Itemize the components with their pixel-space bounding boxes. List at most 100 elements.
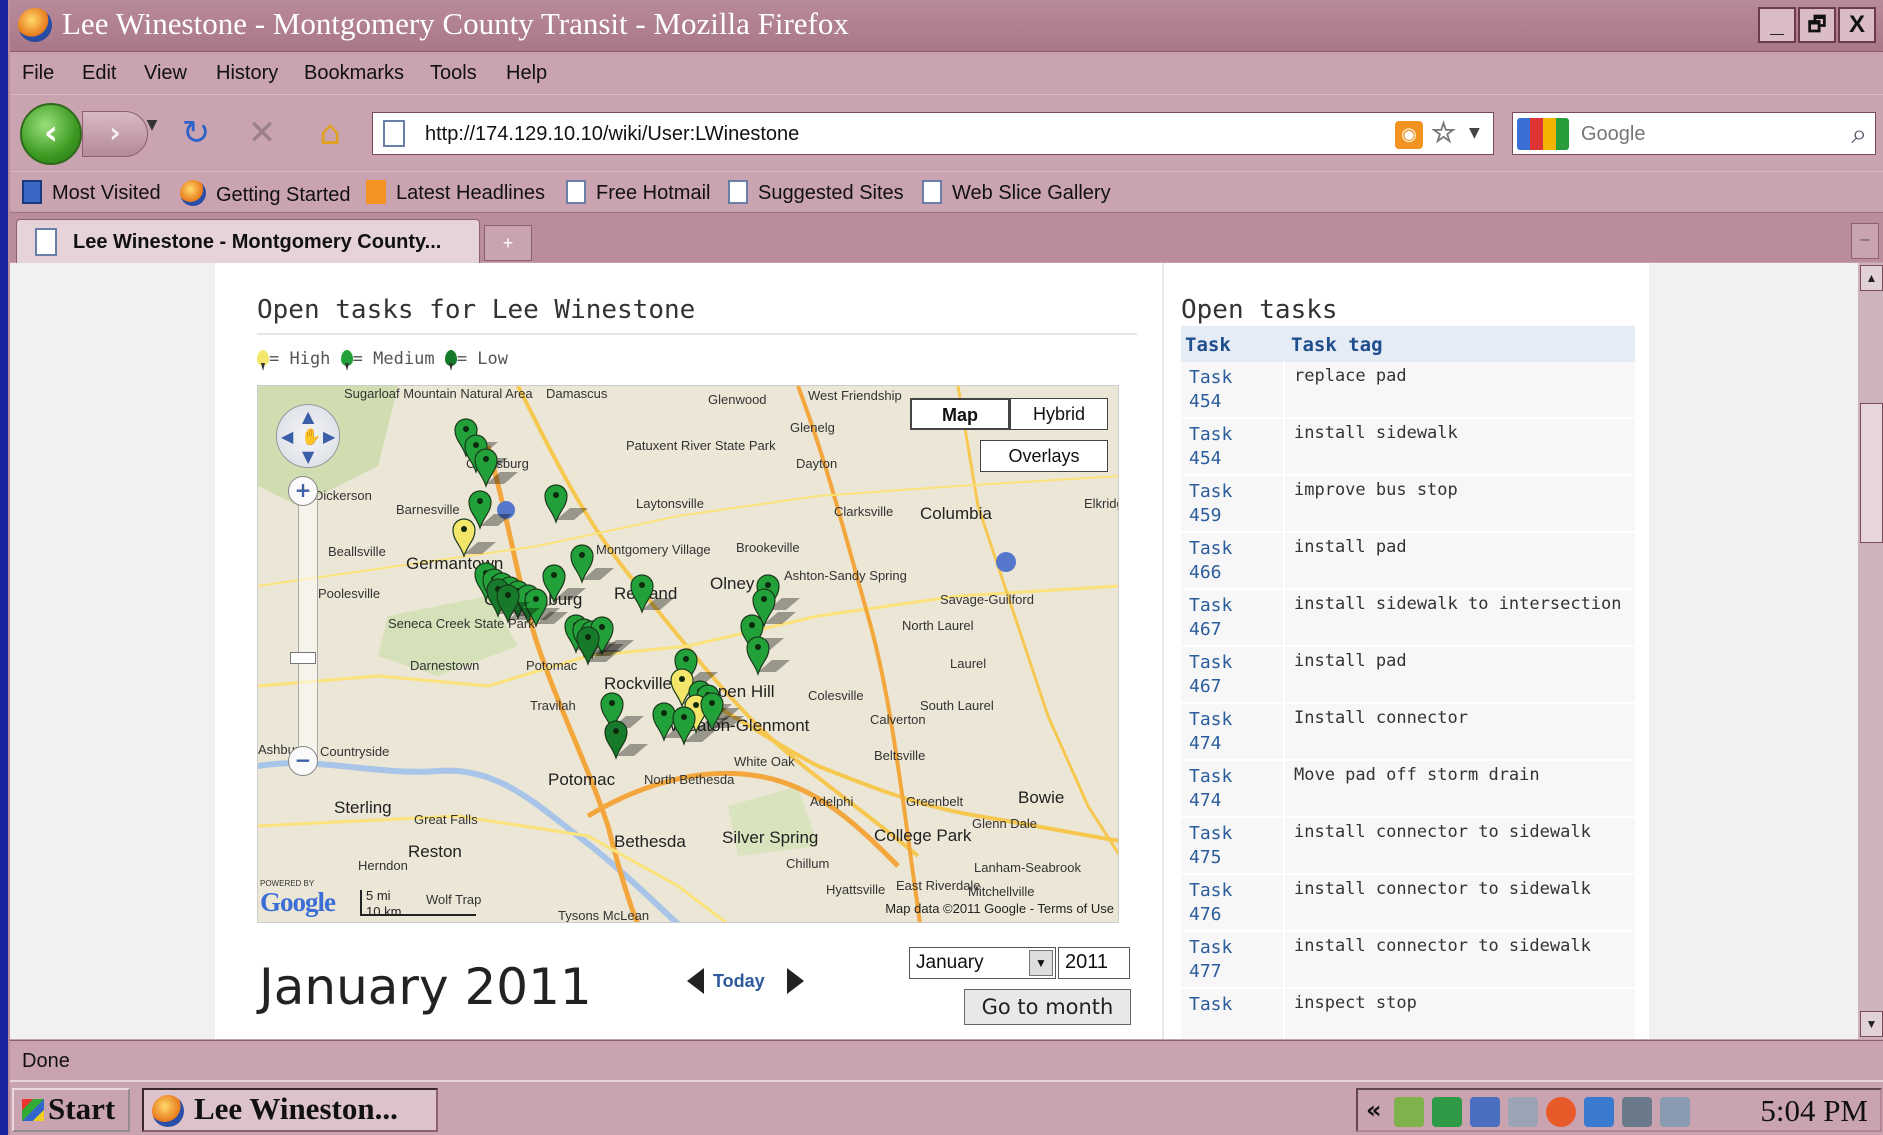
pan-right-icon[interactable]: ▶: [323, 427, 335, 446]
minimize-button[interactable]: _: [1758, 7, 1796, 43]
chevron-down-icon[interactable]: ▼: [1029, 950, 1053, 976]
pan-down-icon[interactable]: ▼: [302, 447, 314, 466]
task-link[interactable]: Task 467: [1189, 594, 1249, 642]
map-overlays-button[interactable]: Overlays: [980, 440, 1108, 472]
search-engine-icon[interactable]: [1517, 118, 1569, 150]
tray-app-icon[interactable]: [1394, 1097, 1424, 1127]
bookmark-getting-started[interactable]: Getting Started: [180, 180, 351, 207]
vertical-scrollbar[interactable]: ▲ ▼: [1858, 263, 1883, 1039]
reload-icon[interactable]: ↻: [176, 113, 216, 153]
pan-up-icon[interactable]: ▲: [302, 407, 314, 426]
firefox-icon: [180, 180, 206, 206]
table-body: Task 454 replace pad Task 454 install sidew…: [1181, 362, 1635, 1039]
home-icon[interactable]: ⌂: [310, 113, 350, 153]
tab-active[interactable]: Lee Winestone - Montgomery County...: [16, 219, 480, 263]
task-tag: install pad: [1294, 537, 1407, 557]
close-button[interactable]: X: [1838, 7, 1876, 43]
task-link[interactable]: Task 459: [1189, 480, 1249, 528]
task-link[interactable]: Task 475: [1189, 822, 1249, 870]
scroll-thumb[interactable]: [1860, 403, 1883, 543]
table-row: Task 477 install connector to sidewalk: [1181, 932, 1635, 989]
menu-history[interactable]: History: [216, 62, 278, 85]
bookmark-free-hotmail[interactable]: Free Hotmail: [566, 180, 710, 205]
menu-view[interactable]: View: [144, 62, 187, 85]
new-tab-button[interactable]: +: [484, 225, 532, 261]
task-link[interactable]: Task 467: [1189, 651, 1249, 699]
bookmark-star-icon[interactable]: ☆: [1430, 116, 1456, 150]
search-box[interactable]: Google ⌕: [1512, 112, 1876, 155]
map-type-map-button[interactable]: Map: [910, 398, 1010, 430]
tray-security-icon[interactable]: [1584, 1097, 1614, 1127]
task-tag: improve bus stop: [1294, 480, 1458, 500]
task-link[interactable]: Task 454: [1189, 423, 1249, 471]
task-link[interactable]: Task 454: [1189, 366, 1249, 414]
menu-bar: File Edit View History Bookmarks Tools H…: [10, 53, 1883, 93]
stop-icon[interactable]: ✕: [242, 113, 282, 153]
tab-list-button[interactable]: –: [1851, 223, 1879, 259]
prev-month-icon[interactable]: [687, 968, 704, 994]
tray-expand-icon[interactable]: «: [1366, 1096, 1382, 1124]
legend-high: = High: [269, 349, 331, 369]
map-pin-medium[interactable]: [570, 544, 614, 584]
tray-usb-icon[interactable]: [1660, 1097, 1690, 1127]
taskbar-window-button[interactable]: Lee Wineston...: [142, 1088, 438, 1132]
scroll-down-icon[interactable]: ▼: [1860, 1011, 1883, 1037]
restore-button[interactable]: 🗗: [1798, 7, 1836, 43]
month-select[interactable]: January ▼: [909, 947, 1056, 979]
tray-chrome-icon[interactable]: [1546, 1097, 1576, 1127]
bookmark-web-slice-gallery[interactable]: Web Slice Gallery: [922, 180, 1111, 205]
task-map[interactable]: Sugarloaf Mountain Natural Area Damascus…: [257, 385, 1119, 923]
zoom-slider-rail[interactable]: [298, 490, 318, 762]
task-link[interactable]: Task 474: [1189, 708, 1249, 756]
history-dropdown-icon[interactable]: ▼: [132, 117, 172, 133]
zoom-out-icon[interactable]: −: [288, 746, 318, 776]
task-link[interactable]: Task 466: [1189, 537, 1249, 585]
page-icon: [728, 180, 748, 204]
map-pin-medium[interactable]: [630, 574, 674, 614]
menu-file[interactable]: File: [22, 62, 54, 85]
tray-update-icon[interactable]: [1432, 1097, 1462, 1127]
year-input[interactable]: 2011: [1058, 947, 1130, 979]
task-link[interactable]: Task 476: [1189, 879, 1249, 927]
tray-monitor-icon[interactable]: [1622, 1097, 1652, 1127]
go-to-month-button[interactable]: Go to month: [964, 989, 1131, 1025]
map-copyright[interactable]: Map data ©2011 Google - Terms of Use: [885, 901, 1114, 916]
legend-low: = Low: [456, 349, 508, 369]
start-button[interactable]: Start: [12, 1088, 130, 1132]
next-month-icon[interactable]: [787, 968, 804, 994]
menu-tools[interactable]: Tools: [430, 62, 477, 85]
menu-help[interactable]: Help: [506, 62, 547, 85]
scale-miles: 5 mi: [366, 888, 391, 903]
firefox-icon: [152, 1095, 184, 1127]
map-pan-control[interactable]: ▲ ▼ ◀ ▶ ✋: [276, 404, 340, 468]
bookmark-suggested-sites[interactable]: Suggested Sites: [728, 180, 904, 205]
tray-network-icon[interactable]: [1470, 1097, 1500, 1127]
zoom-in-icon[interactable]: +: [288, 476, 318, 506]
today-link[interactable]: Today: [713, 971, 765, 992]
task-link[interactable]: Task: [1189, 993, 1249, 1017]
map-type-hybrid-button[interactable]: Hybrid: [1010, 398, 1108, 430]
column-divider: [1283, 476, 1285, 533]
task-tag: Move pad off storm drain: [1294, 765, 1540, 785]
bookmark-most-visited[interactable]: Most Visited: [22, 180, 161, 205]
task-link[interactable]: Task 477: [1189, 936, 1249, 984]
low-pin-icon: [444, 350, 457, 371]
search-icon[interactable]: ⌕: [1851, 117, 1867, 151]
pan-left-icon[interactable]: ◀: [281, 427, 293, 446]
bookmark-latest-headlines[interactable]: Latest Headlines: [366, 180, 545, 205]
zoom-slider-thumb[interactable]: [290, 652, 316, 664]
menu-edit[interactable]: Edit: [82, 62, 116, 85]
back-button[interactable]: ‹: [20, 103, 82, 165]
task-link[interactable]: Task 474: [1189, 765, 1249, 813]
column-divider: [1283, 590, 1285, 647]
map-pin-medium[interactable]: [468, 490, 512, 530]
rss-feed-icon[interactable]: ◉: [1395, 121, 1423, 149]
address-bar[interactable]: http://174.129.10.10/wiki/User:LWineston…: [372, 112, 1494, 155]
calendar-title: January 2011: [259, 958, 592, 1016]
map-pin-medium[interactable]: [544, 484, 588, 524]
url-dropdown-icon[interactable]: ▼: [1469, 125, 1480, 141]
tasks-heading: Open tasks: [1181, 295, 1338, 325]
scroll-up-icon[interactable]: ▲: [1860, 265, 1883, 291]
tray-wifi-icon[interactable]: [1508, 1097, 1538, 1127]
menu-bookmarks[interactable]: Bookmarks: [304, 62, 404, 85]
